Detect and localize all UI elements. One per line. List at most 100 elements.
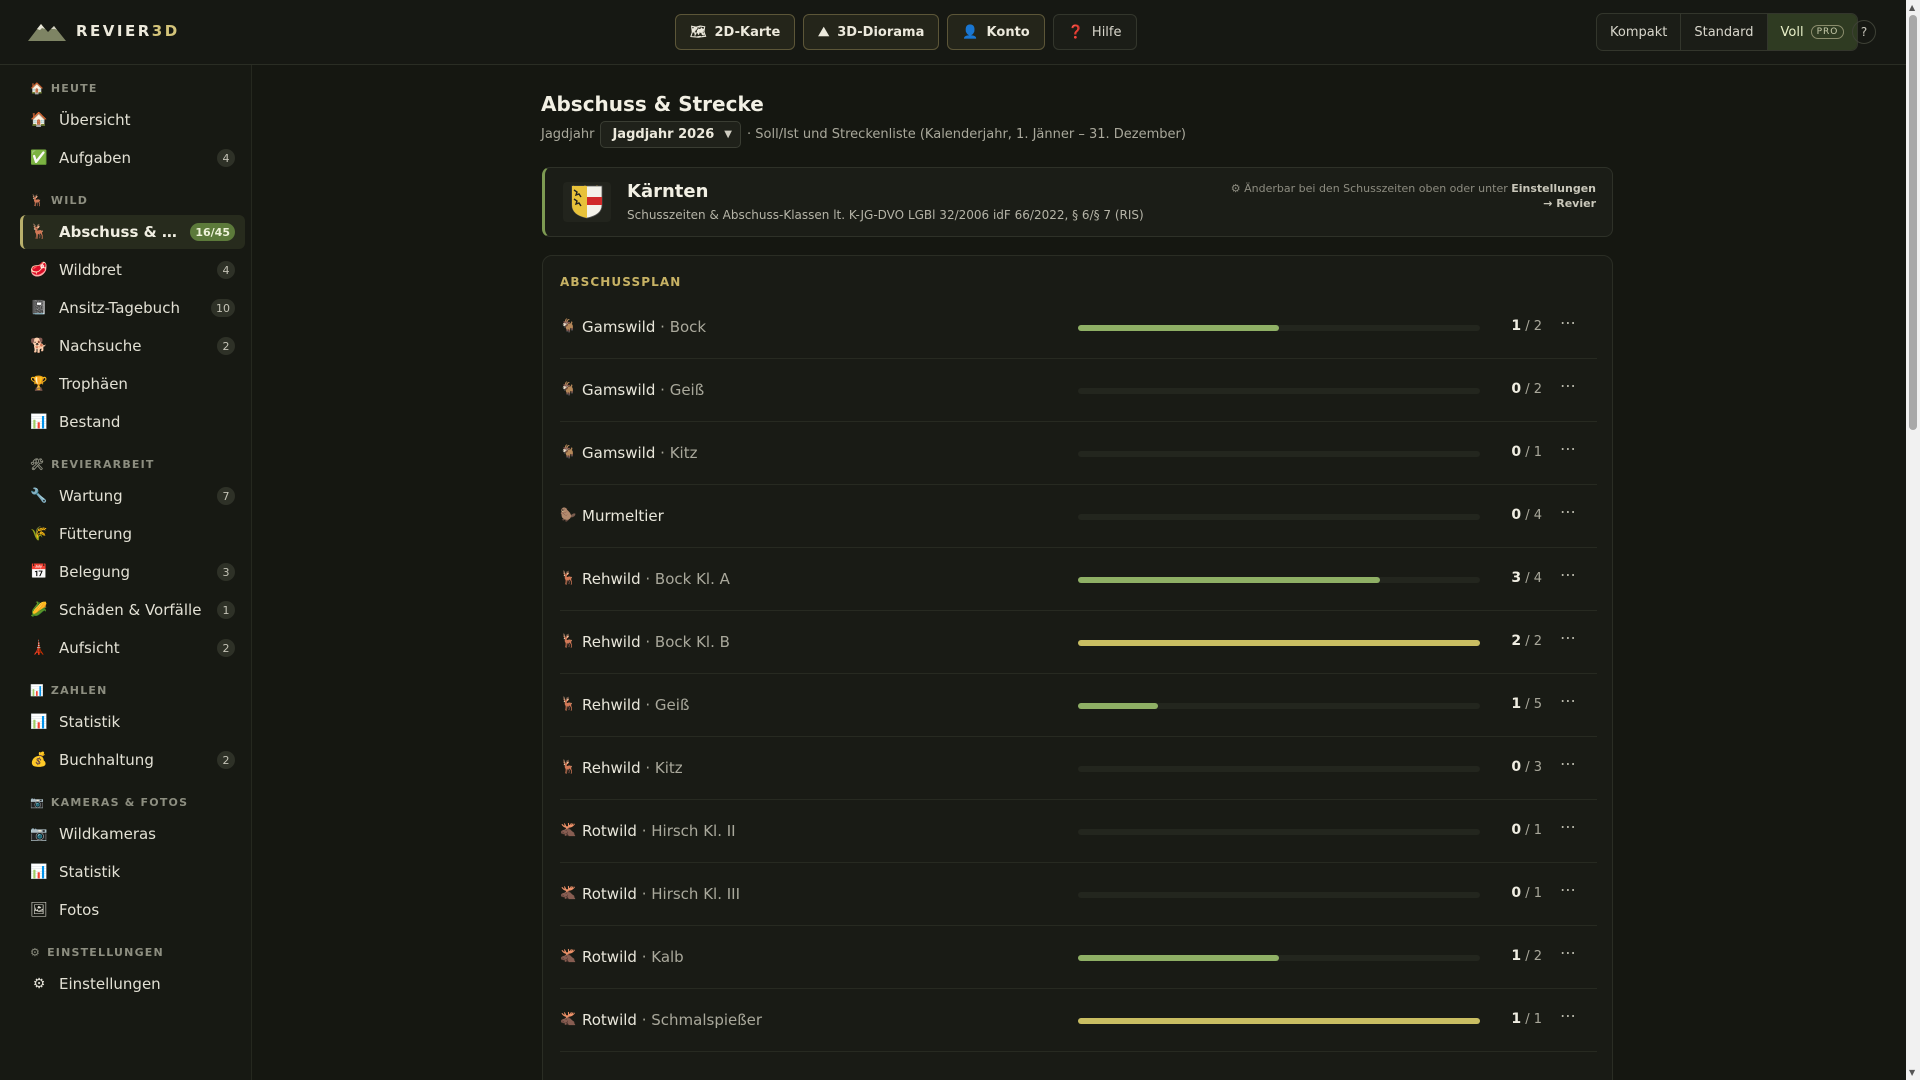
app-logo[interactable]: REVIER3D [28, 20, 180, 42]
chamois-icon: 🐐 [560, 382, 577, 397]
more-options-icon[interactable]: ⋯ [1560, 880, 1578, 899]
sidebar-item-wildbret[interactable]: 🥩 Wildbret 4 [20, 253, 245, 287]
nav-help-button[interactable]: ❓ Hilfe [1052, 14, 1137, 50]
species-name: Rotwild [582, 885, 637, 903]
abschussplan-row[interactable]: 🐐 Gamswild · Geiß 0 / 2 ⋯ [560, 359, 1597, 422]
count-done: 3 [1511, 570, 1522, 586]
count-badge: 4 [217, 261, 235, 279]
abschussplan-row[interactable]: 🐐 Gamswild · Kitz 0 / 1 ⋯ [560, 422, 1597, 485]
more-options-icon[interactable]: ⋯ [1560, 817, 1578, 836]
count-done: 1 [1511, 948, 1522, 964]
sidebar-item-label: Abschuss & Strecke [59, 223, 184, 241]
sidebar-item-schaeden[interactable]: 🌽 Schäden & Vorfälle 1 [20, 593, 245, 627]
more-options-icon[interactable]: ⋯ [1560, 376, 1578, 395]
abschussplan-row[interactable]: 🐐 Gamswild · Bock 1 / 2 ⋯ [560, 296, 1597, 359]
sidebar-item-wildkameras[interactable]: 📷 Wildkameras [20, 817, 245, 851]
scroll-up-arrow-icon[interactable]: ▲ [1909, 3, 1915, 12]
abschussplan-row[interactable]: 🦌 Rehwild · Bock Kl. B 2 / 2 ⋯ [560, 611, 1597, 674]
year-description: · Soll/Ist und Streckenliste (Kalenderja… [747, 127, 1186, 142]
scroll-thumb[interactable] [1909, 15, 1917, 430]
row-count: 0 / 2 [1511, 381, 1542, 397]
group-title-label: KAMERAS & FOTOS [50, 796, 189, 809]
progress-track [1078, 955, 1480, 961]
roe-deer-icon: 🦌 [560, 571, 577, 586]
group-title-label: ZAHLEN [50, 684, 108, 697]
sidebar-item-wartung[interactable]: 🔧 Wartung 7 [20, 479, 245, 513]
abschussplan-row[interactable]: 🦌 Rehwild · Bock Kl. A 3 / 4 ⋯ [560, 548, 1597, 611]
more-options-icon[interactable]: ⋯ [1560, 691, 1578, 710]
nav-account-label: Konto [986, 24, 1030, 40]
more-options-icon[interactable]: ⋯ [1560, 1006, 1578, 1025]
settings-link[interactable]: Einstellungen [1511, 182, 1596, 195]
nav-account-button[interactable]: 👤 Konto [947, 14, 1045, 50]
row-count: 0 / 3 [1511, 759, 1542, 775]
more-options-icon[interactable]: ⋯ [1560, 439, 1578, 458]
count-target: 2 [1533, 319, 1542, 334]
sidebar-item-trophaeen[interactable]: 🏆 Trophäen [20, 367, 245, 401]
sidebar-item-label: Wildkameras [59, 825, 156, 843]
sidebar-item-belegung[interactable]: 📅 Belegung 3 [20, 555, 245, 589]
tools-icon: 🛠 [30, 458, 46, 471]
count-target: 5 [1533, 697, 1542, 712]
more-options-icon[interactable]: ⋯ [1560, 628, 1578, 647]
sidebar-item-einstellungen[interactable]: ⚙ Einstellungen [20, 967, 245, 1001]
abschussplan-row[interactable]: 🫎 Rotwild · Hirsch Kl. II 0 / 1 ⋯ [560, 800, 1597, 863]
more-options-icon[interactable]: ⋯ [1560, 565, 1578, 584]
sidebar-group-kameras: 📷 KAMERAS & FOTOS [30, 796, 188, 809]
view-compact-button[interactable]: Kompakt [1597, 14, 1682, 50]
chevron-down-icon: ▼ [724, 129, 732, 140]
sidebar-item-aufgaben[interactable]: ✅ Aufgaben 4 [20, 141, 245, 175]
home-icon: 🏠 [30, 82, 45, 95]
abschussplan-row[interactable]: 🦫 Murmeltier 0 / 4 ⋯ [560, 485, 1597, 548]
scroll-down-arrow-icon[interactable]: ▼ [1909, 1068, 1915, 1077]
abschussplan-row[interactable]: 🫎 Rotwild · Kalb 1 / 2 ⋯ [560, 926, 1597, 989]
year-select-value: Jagdjahr 2026 [612, 127, 715, 142]
sidebar-item-buchhaltung[interactable]: 💰 Buchhaltung 2 [20, 743, 245, 777]
sidebar-item-statistik[interactable]: 📊 Statistik [20, 705, 245, 739]
top-nav: 🗺 2D-Karte ⛰ 3D-Diorama 👤 Konto ❓ Hilfe [675, 14, 1137, 50]
sidebar-item-fuetterung[interactable]: 🌾 Fütterung [20, 517, 245, 551]
more-options-icon[interactable]: ⋯ [1560, 313, 1578, 332]
more-options-icon[interactable]: ⋯ [1560, 754, 1578, 773]
count-target: 2 [1533, 949, 1542, 964]
nav-3d-diorama-label: 3D-Diorama [837, 24, 925, 40]
more-options-icon[interactable]: ⋯ [1560, 943, 1578, 962]
page-scrollbar[interactable]: ▲ ▼ [1906, 0, 1920, 1080]
sidebar-item-uebersicht[interactable]: 🏠 Übersicht [20, 103, 245, 137]
view-full-button[interactable]: Voll PRO [1767, 14, 1858, 50]
sidebar-item-abschuss-strecke[interactable]: 🦌 Abschuss & Strecke 16/45 [20, 215, 245, 249]
nav-2d-map-button[interactable]: 🗺 2D-Karte [675, 14, 796, 50]
dog-icon: 🐕 [30, 338, 48, 354]
meat-icon: 🥩 [30, 262, 48, 278]
row-species-label: Rotwild · Hirsch Kl. III [582, 885, 740, 903]
nav-help-label: Hilfe [1091, 24, 1122, 40]
view-standard-button[interactable]: Standard [1681, 14, 1768, 50]
sidebar-item-aufsicht[interactable]: 🗼 Aufsicht 2 [20, 631, 245, 665]
sidebar-item-bestand[interactable]: 📊 Bestand [20, 405, 245, 439]
count-done: 0 [1511, 381, 1522, 397]
abschussplan-row[interactable]: 🫎 Rotwild · Schmalspießer 1 / 1 ⋯ [560, 989, 1597, 1052]
roe-deer-icon: 🦌 [560, 634, 577, 649]
revier-link[interactable]: → Revier [1543, 197, 1596, 210]
progress-fill [1078, 577, 1380, 583]
deer-icon: 🦌 [30, 224, 48, 240]
count-done: 1 [1511, 696, 1522, 712]
more-options-icon[interactable]: ⋯ [1560, 502, 1578, 521]
species-name: Rotwild [582, 948, 637, 966]
class-name: · Kitz [660, 444, 698, 462]
abschussplan-row[interactable]: 🦌 Rehwild · Geiß 1 / 5 ⋯ [560, 674, 1597, 737]
checkmark-icon: ✅ [30, 150, 48, 166]
nav-3d-diorama-button[interactable]: ⛰ 3D-Diorama [803, 14, 940, 50]
abschussplan-row[interactable]: 🦌 Rehwild · Kitz 0 / 3 ⋯ [560, 737, 1597, 800]
count-badge: 2 [217, 751, 235, 769]
sidebar-item-nachsuche[interactable]: 🐕 Nachsuche 2 [20, 329, 245, 363]
sidebar-item-ansitz-tagebuch[interactable]: 📓 Ansitz-Tagebuch 10 [20, 291, 245, 325]
progress-fill [1078, 640, 1480, 646]
count-badge: 1 [217, 601, 235, 619]
sidebar-item-kamera-statistik[interactable]: 📊 Statistik [20, 855, 245, 889]
row-count: 0 / 1 [1511, 822, 1542, 838]
sidebar-item-fotos[interactable]: 🖼 Fotos [20, 893, 245, 927]
year-select[interactable]: Jagdjahr 2026 ▼ [600, 121, 741, 148]
abschussplan-row[interactable]: 🫎 Rotwild · Hirsch Kl. III 0 / 1 ⋯ [560, 863, 1597, 926]
help-icon[interactable]: ? [1852, 20, 1876, 44]
